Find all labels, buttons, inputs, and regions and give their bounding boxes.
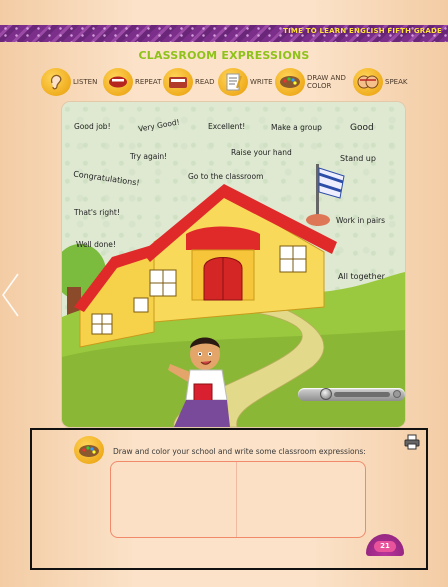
- legend-label: LISTEN: [73, 78, 98, 86]
- expression-thats-right: That's right!: [74, 208, 120, 217]
- expression-excellent: Excellent!: [208, 122, 246, 131]
- legend-label: REPEAT: [135, 78, 162, 86]
- flag: [318, 167, 345, 199]
- left-window-small: [133, 297, 149, 313]
- expression-good-job: Good job!: [74, 122, 111, 131]
- pencil-paper-icon: [218, 68, 248, 96]
- drawing-area-divider: [236, 462, 237, 537]
- expression-raise-your-hand: Raise your hand: [231, 148, 292, 157]
- expression-make-a-group: Make a group: [271, 123, 322, 132]
- expression-go-to-the-classroom: Go to the classroom: [188, 172, 264, 181]
- flag-base: [306, 214, 330, 226]
- page-title: CLASSROOM EXPRESSIONS: [138, 49, 310, 62]
- palette-icon: [275, 68, 305, 96]
- expression-work-in-pairs: Work in pairs: [336, 216, 386, 225]
- slider-handle[interactable]: [320, 388, 332, 400]
- speaking-faces-icon: [353, 68, 383, 96]
- expression-stand-up: Stand up: [340, 154, 376, 163]
- activity-legend: LISTEN REPEAT READ WRITE DRAW AND COLOR: [41, 67, 421, 97]
- legend-item-listen: LISTEN: [41, 67, 97, 97]
- legend-item-speak: SPEAK: [353, 67, 407, 97]
- mouth-icon: [103, 68, 133, 96]
- school-illustration: Good job! Very Good! Excellent! Make a g…: [62, 102, 405, 427]
- book-icon: [163, 68, 193, 96]
- legend-item-draw-and-color: DRAW AND COLOR: [275, 67, 353, 97]
- textbook-page: TIME TO LEARN ENGLISH FIFTH GRADE CLASSR…: [0, 0, 448, 587]
- activity-instruction: Draw and color your school and write som…: [113, 447, 366, 456]
- palette-icon: [74, 436, 104, 464]
- legend-label: WRITE: [250, 78, 273, 86]
- legend-label: DRAW AND COLOR: [307, 74, 346, 90]
- expression-try-again: Try again!: [130, 152, 168, 161]
- legend-item-read: READ: [163, 67, 214, 97]
- previous-page-arrow-icon[interactable]: [0, 270, 22, 320]
- drawing-area[interactable]: [110, 461, 366, 538]
- expression-good: Good: [350, 123, 374, 133]
- ear-icon: [41, 68, 71, 96]
- expression-all-together: All together: [338, 272, 385, 281]
- page-number: 21: [374, 541, 396, 552]
- slider-end-button[interactable]: [393, 390, 401, 398]
- legend-label: READ: [195, 78, 215, 86]
- top-banner: TIME TO LEARN ENGLISH FIFTH GRADE: [0, 25, 448, 42]
- entrance-roof: [186, 226, 260, 250]
- legend-label: SPEAK: [385, 78, 408, 86]
- print-icon[interactable]: [404, 434, 420, 450]
- legend-item-write: WRITE: [218, 67, 273, 97]
- legend-item-repeat: REPEAT: [103, 67, 161, 97]
- slider-track[interactable]: [334, 392, 390, 397]
- banner-text: TIME TO LEARN ENGLISH FIFTH GRADE: [283, 27, 442, 35]
- expression-well-done: Well done!: [76, 240, 116, 249]
